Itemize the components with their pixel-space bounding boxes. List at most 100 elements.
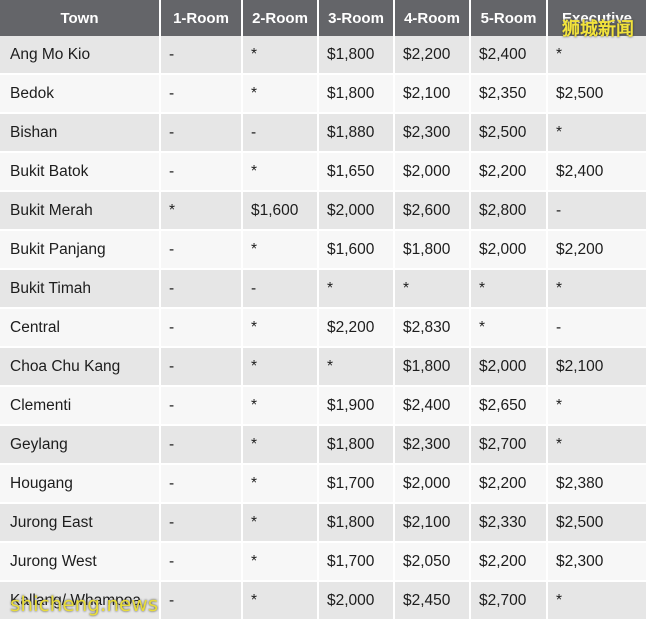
one-room-cell: - [160, 464, 243, 504]
five-room-cell: $2,700 [470, 425, 548, 465]
four-room-cell: $2,300 [394, 425, 471, 465]
five-room-cell: $2,200 [470, 542, 548, 582]
executive-cell: $2,500 [547, 503, 646, 543]
two-room-cell: * [242, 425, 319, 465]
four-room-cell: $2,100 [394, 74, 471, 114]
one-room-cell: - [160, 152, 243, 192]
three-room-cell: $2,200 [318, 308, 395, 348]
three-room-cell: $1,600 [318, 230, 395, 270]
executive-cell: $2,380 [547, 464, 646, 504]
one-room-cell: - [160, 36, 243, 75]
four-room-cell: $2,300 [394, 113, 471, 153]
header-4-room: 4-Room [394, 0, 471, 36]
one-room-cell: - [160, 113, 243, 153]
watermark-top: 狮城新闻 [562, 19, 634, 40]
five-room-cell: $2,000 [470, 230, 548, 270]
rent-table: Town 1-Room 2-Room 3-Room 4-Room 5-Room … [0, 0, 646, 621]
executive-cell: * [547, 36, 646, 75]
table-row: Bedok - * $1,800 $2,100 $2,350 $2,500 [0, 74, 646, 114]
header-3-room: 3-Room [318, 0, 395, 36]
table-row: Bukit Panjang - * $1,600 $1,800 $2,000 $2,200 [0, 230, 646, 270]
table-row: Choa Chu Kang - * * $1,800 $2,000 $2,100 [0, 347, 646, 387]
header-5-room: 5-Room [470, 0, 548, 36]
watermark-bottom: shicheng.news [10, 592, 159, 616]
four-room-cell: * [394, 269, 471, 309]
table-row: Ang Mo Kio - * $1,800 $2,200 $2,400 * [0, 36, 646, 75]
three-room-cell: $1,800 [318, 425, 395, 465]
one-room-cell: - [160, 425, 243, 465]
five-room-cell: $2,000 [470, 347, 548, 387]
table-row: Bukit Timah - - * * * * [0, 269, 646, 309]
table-row: Hougang - * $1,700 $2,000 $2,200 $2,380 [0, 464, 646, 504]
table-row: Bukit Batok - * $1,650 $2,000 $2,200 $2,400 [0, 152, 646, 192]
one-room-cell: - [160, 347, 243, 387]
three-room-cell: $1,800 [318, 74, 395, 114]
two-room-cell: * [242, 542, 319, 582]
two-room-cell: * [242, 464, 319, 504]
table-row: Jurong West - * $1,700 $2,050 $2,200 $2,300 [0, 542, 646, 582]
three-room-cell: $2,000 [318, 191, 395, 231]
four-room-cell: $2,830 [394, 308, 471, 348]
town-cell: Clementi [0, 386, 161, 426]
one-room-cell: - [160, 230, 243, 270]
three-room-cell: $1,800 [318, 503, 395, 543]
three-room-cell: $1,700 [318, 542, 395, 582]
town-cell: Jurong East [0, 503, 161, 543]
three-room-cell: $2,000 [318, 581, 395, 621]
town-cell: Bedok [0, 74, 161, 114]
header-row: Town 1-Room 2-Room 3-Room 4-Room 5-Room … [0, 0, 646, 36]
town-cell: Hougang [0, 464, 161, 504]
town-cell: Bishan [0, 113, 161, 153]
four-room-cell: $1,800 [394, 230, 471, 270]
table-row: Jurong East - * $1,800 $2,100 $2,330 $2,500 [0, 503, 646, 543]
three-room-cell: $1,900 [318, 386, 395, 426]
town-cell: Choa Chu Kang [0, 347, 161, 387]
five-room-cell: $2,400 [470, 36, 548, 75]
town-cell: Bukit Panjang [0, 230, 161, 270]
town-cell: Geylang [0, 425, 161, 465]
two-room-cell: * [242, 386, 319, 426]
five-room-cell: $2,200 [470, 152, 548, 192]
one-room-cell: - [160, 542, 243, 582]
two-room-cell: * [242, 503, 319, 543]
town-cell: Bukit Batok [0, 152, 161, 192]
one-room-cell: * [160, 191, 243, 231]
executive-cell: - [547, 308, 646, 348]
five-room-cell: $2,330 [470, 503, 548, 543]
table-row: Bishan - - $1,880 $2,300 $2,500 * [0, 113, 646, 153]
four-room-cell: $2,050 [394, 542, 471, 582]
three-room-cell: * [318, 269, 395, 309]
one-room-cell: - [160, 269, 243, 309]
four-room-cell: $2,200 [394, 36, 471, 75]
executive-cell: $2,200 [547, 230, 646, 270]
executive-cell: - [547, 191, 646, 231]
one-room-cell: - [160, 386, 243, 426]
five-room-cell: $2,700 [470, 581, 548, 621]
header-town: Town [0, 0, 161, 36]
two-room-cell: * [242, 230, 319, 270]
four-room-cell: $2,600 [394, 191, 471, 231]
table-row: Geylang - * $1,800 $2,300 $2,700 * [0, 425, 646, 465]
town-cell: Jurong West [0, 542, 161, 582]
table-row: Clementi - * $1,900 $2,400 $2,650 * [0, 386, 646, 426]
town-cell: Bukit Merah [0, 191, 161, 231]
executive-cell: * [547, 581, 646, 621]
executive-cell: $2,500 [547, 74, 646, 114]
executive-cell: * [547, 113, 646, 153]
two-room-cell: - [242, 269, 319, 309]
two-room-cell: * [242, 74, 319, 114]
header-1-room: 1-Room [160, 0, 243, 36]
table-header: Town 1-Room 2-Room 3-Room 4-Room 5-Room … [0, 0, 646, 36]
four-room-cell: $2,450 [394, 581, 471, 621]
town-cell: Bukit Timah [0, 269, 161, 309]
two-room-cell: $1,600 [242, 191, 319, 231]
one-room-cell: - [160, 581, 243, 621]
four-room-cell: $2,400 [394, 386, 471, 426]
two-room-cell: * [242, 36, 319, 75]
town-cell: Central [0, 308, 161, 348]
three-room-cell: $1,700 [318, 464, 395, 504]
five-room-cell: $2,350 [470, 74, 548, 114]
four-room-cell: $2,000 [394, 152, 471, 192]
executive-cell: $2,300 [547, 542, 646, 582]
town-cell: Ang Mo Kio [0, 36, 161, 75]
